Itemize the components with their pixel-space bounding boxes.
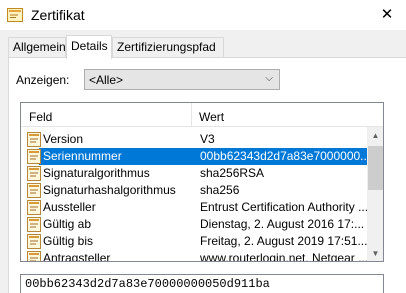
title-bar[interactable]: Zertifikat ✕	[0, 0, 406, 30]
close-button[interactable]: ✕	[368, 0, 406, 30]
field-icon	[27, 132, 41, 147]
column-header-field[interactable]: Feld	[29, 110, 52, 124]
table-row[interactable]: Antragsteller www.routerlogin.net, Netgea…	[27, 250, 367, 262]
field-name: Gültig ab	[43, 217, 92, 231]
field-name: Gültig bis	[43, 234, 94, 248]
field-value: Entrust Certification Authority ...	[200, 200, 367, 214]
field-value: sha256	[200, 183, 240, 197]
table-row[interactable]: Version V3	[27, 131, 367, 148]
scroll-up-arrow-icon[interactable]: ▲	[367, 127, 383, 144]
tab-label: Details	[71, 39, 108, 53]
column-header-value[interactable]: Wert	[199, 110, 224, 124]
field-name: Signaturhashalgorithmus	[43, 183, 176, 197]
tab-details[interactable]: Details	[66, 35, 112, 59]
field-icon	[27, 149, 41, 164]
field-name: Version	[43, 132, 84, 146]
field-value: Dienstag, 2. August 2016 17:...	[200, 217, 365, 231]
show-label: Anzeigen:	[16, 73, 70, 87]
field-name: Seriennummer	[42, 148, 123, 165]
field-value: www.routerlogin.net, Netgear ...	[200, 251, 367, 262]
close-icon: ✕	[380, 6, 394, 23]
show-select-value: <Alle>	[89, 73, 124, 87]
field-icon	[27, 166, 41, 181]
certificate-icon	[7, 8, 23, 22]
tab-strip: Allgemein Details Zertifizierungspfad	[0, 30, 406, 59]
detail-value-box[interactable]: 00bb62343d2d7a83e70000000050d911ba	[20, 274, 384, 293]
window-title: Zertifikat	[31, 7, 85, 23]
vertical-scrollbar[interactable]: ▲ ▼	[367, 127, 383, 261]
table-row[interactable]: Gültig ab Dienstag, 2. August 2016 17:...	[27, 216, 367, 233]
field-value: V3	[200, 132, 215, 146]
table-row[interactable]: Gültig bis Freitag, 2. August 2019 17:51.…	[27, 233, 367, 250]
field-icon	[27, 200, 41, 215]
field-value: Freitag, 2. August 2019 17:51...	[200, 234, 367, 248]
tab-zertifizierungspfad[interactable]: Zertifizierungspfad	[112, 37, 224, 57]
field-icon	[27, 234, 41, 249]
field-icon	[27, 217, 41, 232]
column-divider[interactable]	[191, 103, 192, 127]
scroll-thumb[interactable]	[368, 146, 383, 190]
field-value: sha256RSA	[200, 166, 265, 180]
field-name: Aussteller	[43, 200, 96, 214]
field-icon	[27, 183, 41, 198]
field-icon	[27, 251, 41, 261]
field-list[interactable]: Feld Wert Version V3 Seriennummer 00bb62343…	[20, 102, 384, 262]
tab-label: Zertifizierungspfad	[117, 40, 216, 54]
tab-label: Allgemein	[13, 40, 66, 54]
tab-allgemein[interactable]: Allgemein	[8, 37, 66, 57]
table-row[interactable]: Aussteller Entrust Certification Authorit…	[27, 199, 367, 216]
scroll-down-arrow-icon[interactable]: ▼	[367, 245, 383, 261]
table-row[interactable]: Signaturhashalgorithmus sha256	[27, 182, 367, 199]
list-header: Feld Wert	[21, 103, 383, 127]
show-select[interactable]: <Alle> ⌵	[84, 69, 280, 90]
detail-value-text: 00bb62343d2d7a83e70000000050d911ba	[25, 277, 270, 291]
chevron-down-icon: ⌵	[265, 73, 273, 84]
table-row[interactable]: Signaturalgorithmus sha256RSA	[27, 165, 367, 182]
field-name: Signaturalgorithmus	[43, 166, 150, 180]
table-row[interactable]: Seriennummer 00bb62343d2d7a83e7000000...	[27, 148, 367, 165]
field-value: 00bb62343d2d7a83e7000000...	[200, 148, 367, 165]
field-name: Antragsteller	[43, 251, 111, 262]
